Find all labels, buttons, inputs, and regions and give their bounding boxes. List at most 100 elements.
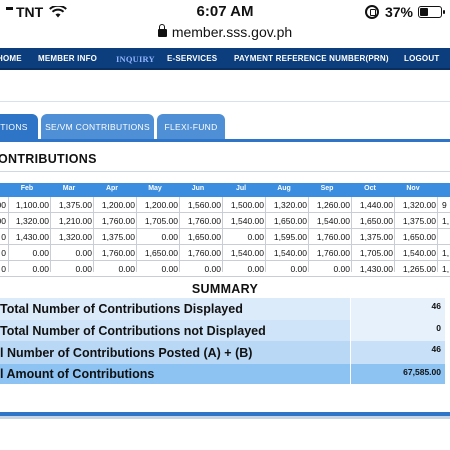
table-cell: 1, xyxy=(442,248,450,258)
table-cell: 1,375.00 xyxy=(101,232,135,242)
summary-label: Total Number of Contributions Displayed xyxy=(0,298,350,320)
column-divider xyxy=(265,197,266,272)
table-cell: 0.00 xyxy=(161,264,178,274)
table-cell: 1,595.00 xyxy=(273,232,307,242)
summary-label: l Amount of Contributions xyxy=(0,364,350,384)
col-oct: Oct xyxy=(364,185,376,192)
col-may: May xyxy=(148,185,162,192)
table-header: Feb Mar Apr May Jun Jul Aug Sep Oct Nov xyxy=(0,183,450,197)
col-aug: Aug xyxy=(277,185,291,192)
url-bar[interactable]: member.sss.gov.ph xyxy=(0,24,450,44)
table-row: 0 1,430.00 1,320.00 1,375.00 0.00 1,650.… xyxy=(0,229,450,245)
table-cell: 00 xyxy=(0,216,6,226)
table-cell: 1,375.00 xyxy=(359,232,393,242)
summary-row-not-displayed: Total Number of Contributions not Displa… xyxy=(0,320,445,341)
panel-title: ONTRIBUTIONS xyxy=(0,152,97,166)
tab-bar: TIONS SE/VM CONTRIBUTIONS FLEXI-FUND xyxy=(0,114,450,140)
table-cell: 1,320.00 xyxy=(402,200,436,210)
nav-logout[interactable]: LOGOUT xyxy=(404,54,439,63)
col-jul: Jul xyxy=(235,185,247,192)
table-cell: 9 xyxy=(442,200,447,210)
col-nov: Nov xyxy=(406,185,420,192)
battery-level xyxy=(420,8,429,16)
column-divider xyxy=(308,197,309,272)
table-cell: 0.00 xyxy=(75,248,92,258)
table-cell: 1, xyxy=(442,216,450,226)
table-cell: 0 xyxy=(1,264,6,274)
tab-contributions[interactable]: TIONS xyxy=(0,114,38,139)
table-cell: 0.00 xyxy=(75,264,92,274)
table-cell: 1,540.00 xyxy=(230,216,264,226)
col-feb: Feb xyxy=(20,185,34,192)
table-cell: 1,210.00 xyxy=(58,216,92,226)
table-cell: 1,650.00 xyxy=(144,248,178,258)
rotation-lock-icon xyxy=(364,5,379,19)
table-cell: 1, xyxy=(442,264,450,274)
table-cell: 1,260.00 xyxy=(316,200,350,210)
summary-value: 0 xyxy=(350,320,445,341)
battery-icon xyxy=(418,6,445,18)
divider xyxy=(0,101,450,102)
table-cell: 1,560.00 xyxy=(187,200,221,210)
main-nav: HOME MEMBER INFO INQUIRY E-SERVICES PAYM… xyxy=(0,48,450,70)
col-apr: Apr xyxy=(105,185,119,192)
table-cell: 0.00 xyxy=(247,232,264,242)
title-divider xyxy=(0,171,450,172)
table-cell: 1,705.00 xyxy=(144,216,178,226)
col-jun: Jun xyxy=(191,185,205,192)
summary-row-total-amount: l Amount of Contributions 67,585.00 xyxy=(0,364,445,384)
table-cell: 0.00 xyxy=(290,264,307,274)
table-cell: 1,540.00 xyxy=(230,248,264,258)
table-cell: 1,650.00 xyxy=(187,232,221,242)
column-divider xyxy=(93,197,94,272)
summary-value: 67,585.00 xyxy=(350,364,445,384)
table-cell: 1,200.00 xyxy=(101,200,135,210)
table-cell: 1,760.00 xyxy=(187,216,221,226)
status-bar: TNT 6:07 AM 37% xyxy=(0,0,450,24)
table-cell: 1,760.00 xyxy=(101,216,135,226)
status-right: 37% xyxy=(364,4,445,20)
lock-icon xyxy=(157,24,167,37)
table-cell: 1,320.00 xyxy=(273,200,307,210)
summary-label: Total Number of Contributions not Displa… xyxy=(0,320,350,341)
spacer xyxy=(0,70,450,110)
table-cell: 1,430.00 xyxy=(359,264,393,274)
column-divider xyxy=(222,197,223,272)
nav-e-services[interactable]: E-SERVICES xyxy=(167,54,217,63)
table-cell: 1,430.00 xyxy=(15,232,49,242)
table-cell: 1,375.00 xyxy=(402,216,436,226)
summary-value: 46 xyxy=(350,298,445,320)
table-cell: 0.00 xyxy=(32,248,49,258)
table-cell: 1,540.00 xyxy=(273,248,307,258)
nav-prn[interactable]: PAYMENT REFERENCE NUMBER(PRN) xyxy=(234,54,389,63)
table-cell: 00 xyxy=(0,200,6,210)
table-cell: 0.00 xyxy=(32,264,49,274)
tab-se-vm-contributions[interactable]: SE/VM CONTRIBUTIONS xyxy=(41,114,154,139)
summary-value: 46 xyxy=(350,341,445,364)
table-cell: 1,705.00 xyxy=(359,248,393,258)
col-sep: Sep xyxy=(320,185,334,192)
battery-percent: 37% xyxy=(384,4,413,20)
table-cell: 0.00 xyxy=(247,264,264,274)
column-divider xyxy=(351,197,352,272)
summary-row-posted: l Number of Contributions Posted (A) + (… xyxy=(0,341,445,364)
table-cell: 1,540.00 xyxy=(402,248,436,258)
table-cell: 1,650.00 xyxy=(359,216,393,226)
nav-inquiry[interactable]: INQUIRY xyxy=(116,54,155,64)
table-cell: 1,650.00 xyxy=(273,216,307,226)
tab-flexi-fund[interactable]: FLEXI-FUND xyxy=(157,114,225,139)
table-row: 0 0.00 0.00 0.00 0.00 0.00 0.00 0.00 0.0… xyxy=(0,261,450,277)
table-cell: 0 xyxy=(1,232,6,242)
column-divider xyxy=(179,197,180,272)
summary-label: l Number of Contributions Posted (A) + (… xyxy=(0,341,350,364)
table-cell: 1,320.00 xyxy=(15,216,49,226)
nav-home[interactable]: HOME xyxy=(0,54,22,63)
column-divider xyxy=(8,197,9,272)
column-divider xyxy=(136,197,137,272)
nav-member-info[interactable]: MEMBER INFO xyxy=(38,54,97,63)
url-text: member.sss.gov.ph xyxy=(171,24,293,40)
table-cell: 0 xyxy=(1,248,6,258)
table-cell: 1,320.00 xyxy=(58,232,92,242)
table-cell: 1,200.00 xyxy=(144,200,178,210)
column-divider xyxy=(394,197,395,272)
